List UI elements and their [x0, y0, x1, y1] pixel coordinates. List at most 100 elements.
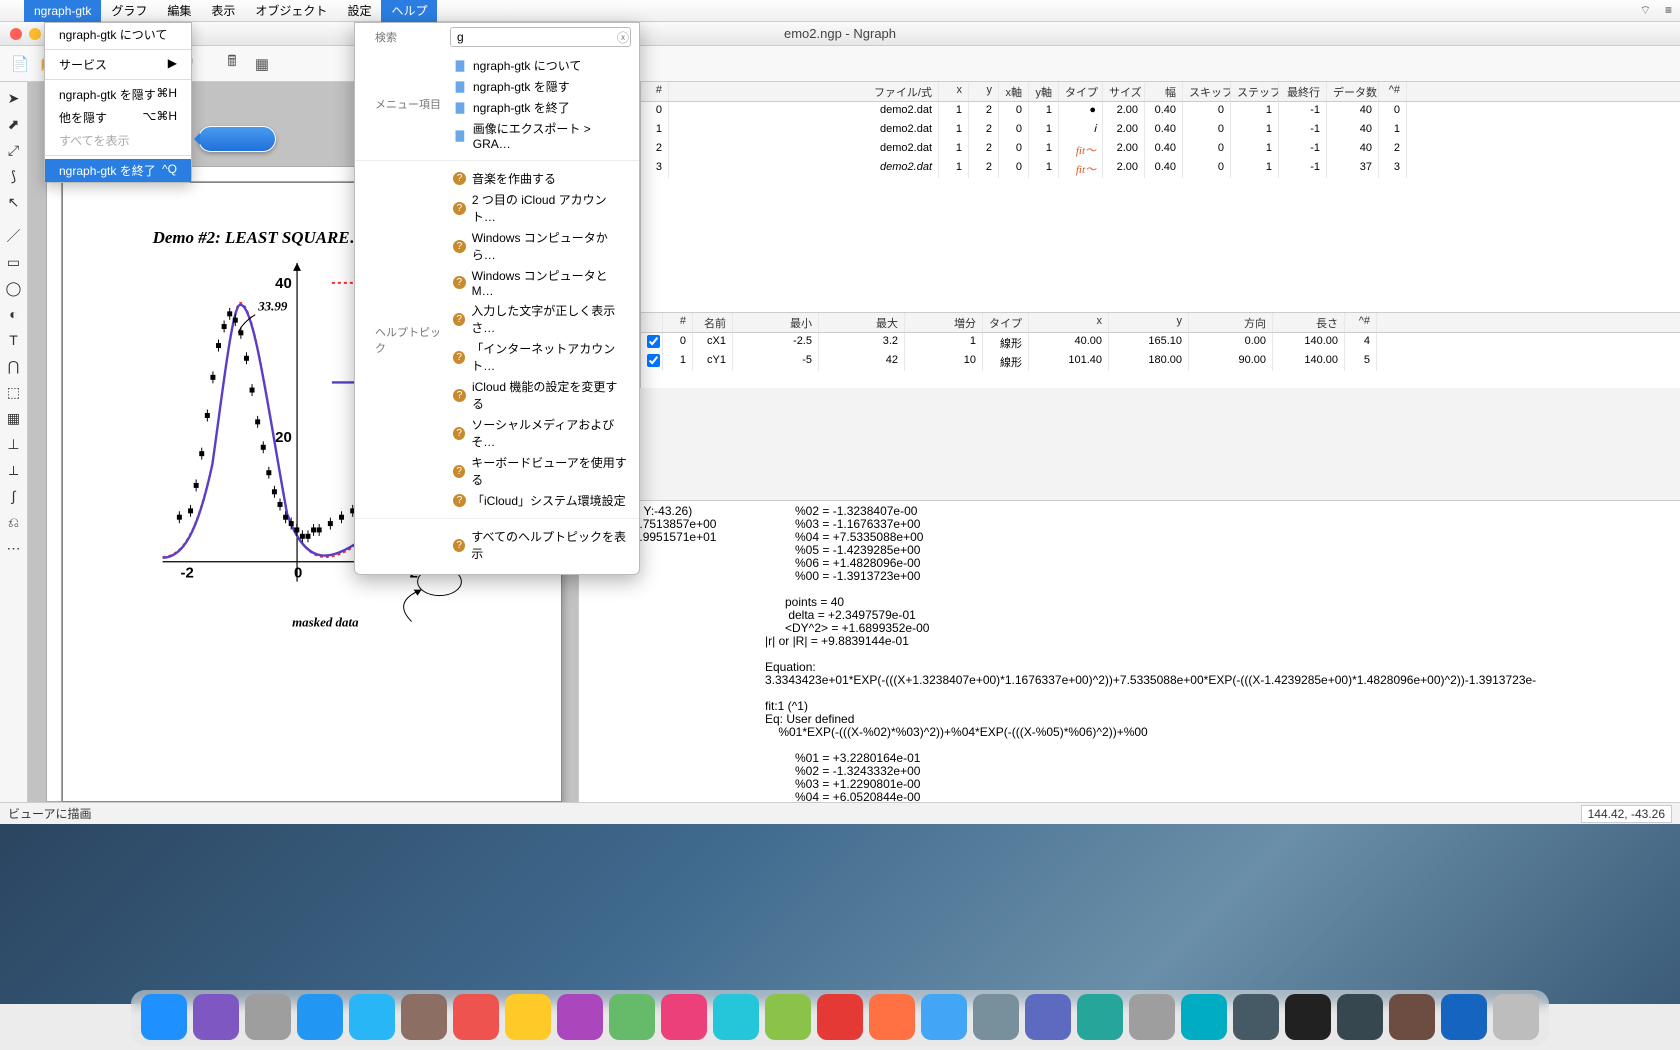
help-topic[interactable]: ?音楽を作曲する — [453, 168, 629, 189]
svg-text:33.99: 33.99 — [257, 299, 288, 314]
clear-search-icon[interactable]: ⓧ — [617, 29, 629, 46]
help-topic[interactable]: ?ソーシャルメディアおよびそ… — [453, 414, 629, 452]
help-icon: ? — [453, 465, 465, 478]
help-search-label: 検索 — [365, 29, 442, 45]
toolbar-grid-icon[interactable]: ▦ — [248, 50, 276, 78]
tool-arc-icon[interactable]: ⋂ — [4, 356, 24, 376]
dock-app-maps[interactable] — [609, 994, 655, 1040]
dock-app-reminders[interactable] — [557, 994, 603, 1040]
help-topic[interactable]: ?2 つ目の iCloud アカウント… — [453, 189, 629, 227]
tool-move-icon[interactable]: ⤢ — [4, 140, 24, 160]
dock-app-xcode[interactable] — [1025, 994, 1071, 1040]
dock-app-xquartz[interactable] — [1233, 994, 1279, 1040]
menu-settings[interactable]: 設定 — [337, 0, 381, 22]
menu-help[interactable]: ヘルプ — [381, 0, 437, 22]
tool-circle-icon[interactable]: ◯ — [4, 278, 24, 298]
help-icon: ? — [453, 427, 465, 440]
tool-select-icon[interactable]: ⬈ — [4, 114, 24, 134]
tool-axis-icon[interactable]: ⊥ — [4, 434, 24, 454]
tool-fit-icon[interactable]: ∫ — [4, 486, 24, 506]
dock-app-ngraph[interactable] — [1441, 994, 1487, 1040]
menu-item-hide[interactable]: ngraph-gtk を隠す⌘H — [45, 83, 191, 106]
help-show-all[interactable]: ?すべてのヘルプトピックを表示 — [453, 526, 629, 564]
tool-fillcircle-icon[interactable]: ◐ — [4, 304, 24, 324]
ruler-vertical — [46, 182, 62, 802]
tool-pointer-icon[interactable]: ➤ — [4, 88, 24, 108]
axis-row[interactable]: 0cX1 -2.53.21 線形40.00165.10 0.00140.004 — [641, 333, 1680, 352]
menu-item-about[interactable]: ngraph-gtk について — [45, 23, 191, 46]
data-row[interactable]: 2demo2.dat 1201 fit〜 2.000.40 01 -1402 — [641, 140, 1680, 159]
dock-app-photos[interactable] — [661, 994, 707, 1040]
menu-view[interactable]: 表示 — [201, 0, 245, 22]
dock-app-safari-tech[interactable] — [1077, 994, 1123, 1040]
dock-app-dictionary[interactable] — [973, 994, 1019, 1040]
dock-app-finder[interactable] — [141, 994, 187, 1040]
dock-app-terminal[interactable] — [1285, 994, 1331, 1040]
folder-icon: ▇ — [453, 59, 467, 73]
dock-app-calendar[interactable] — [453, 994, 499, 1040]
toolbar-calc-icon[interactable]: 🖩 — [218, 50, 246, 78]
dock-app-preferences[interactable] — [1129, 994, 1175, 1040]
wifi-icon[interactable]: ⌔ — [1640, 3, 1651, 18]
toolbar-new-icon[interactable]: 📄 — [6, 50, 34, 78]
tool-line-icon[interactable]: ／ — [4, 226, 24, 246]
tool-rail: ➤ ⬈ ⤢ ⟆ ↖ ／ ▭ ◯ ◐ T ⋂ ⬚ ▦ ⊥ ⟂ ∫ ⎌ ⋯ — [0, 82, 28, 824]
axis-check[interactable] — [647, 335, 660, 348]
help-search-panel: 検索 ⓧ メニュー項目 ▇ngraph-gtk について ▇ngraph-gtk… — [354, 22, 640, 575]
help-menuitem[interactable]: ▇ngraph-gtk について — [453, 55, 629, 76]
close-window-button[interactable] — [10, 28, 22, 40]
help-topic[interactable]: ?「iCloud」システム環境設定 — [453, 490, 629, 511]
tool-misc-icon[interactable]: ⋯ — [4, 538, 24, 558]
menu-item-hide-others[interactable]: 他を隠す⌥⌘H — [45, 106, 191, 129]
help-topic[interactable]: ?「インターネットアカウント… — [453, 338, 629, 376]
output-console[interactable]: (X:144.42 Y:-43.26) 0 cX1 +1.7513857e+00… — [578, 500, 1680, 822]
dock-app-launchpad[interactable] — [245, 994, 291, 1040]
help-menuitem[interactable]: ▇ngraph-gtk を終了 — [453, 97, 629, 118]
menu-graph[interactable]: グラフ — [101, 0, 157, 22]
axis-check[interactable] — [647, 354, 660, 367]
tool-rect-icon[interactable]: ▭ — [4, 252, 24, 272]
axis-row[interactable]: 1cY1 -54210 線形101.40180.00 90.00140.005 — [641, 352, 1680, 371]
help-topic[interactable]: ?Windows コンピュータから… — [453, 227, 629, 265]
menu-extra-icon[interactable]: ≡ — [1665, 3, 1672, 18]
data-row[interactable]: 1demo2.dat 1201 Ꭵ 2.000.40 01 -1401 — [641, 121, 1680, 140]
dock-app-trash[interactable] — [1493, 994, 1539, 1040]
tool-legend-icon[interactable]: ⎌ — [4, 512, 24, 532]
dock-app-messages[interactable] — [713, 994, 759, 1040]
dock-app-ibooks[interactable] — [869, 994, 915, 1040]
tool-lasso-icon[interactable]: ⟆ — [4, 166, 24, 186]
minimize-window-button[interactable] — [29, 28, 41, 40]
dock-app-contacts[interactable] — [401, 994, 447, 1040]
dock-app-inkscape[interactable] — [1337, 994, 1383, 1040]
menu-object[interactable]: オブジェクト — [245, 0, 337, 22]
data-row[interactable]: 0demo2.dat 1201 ● 2.000.40 01 -1400 — [641, 102, 1680, 121]
tool-crop-icon[interactable]: ⬚ — [4, 382, 24, 402]
help-topic[interactable]: ?入力した文字が正しく表示さ… — [453, 300, 629, 338]
dock-app-mail[interactable] — [349, 994, 395, 1040]
data-row[interactable]: 3demo2.dat 1201 fit〜 2.000.40 01 -1373 — [641, 159, 1680, 178]
help-topic[interactable]: ?iCloud 機能の設定を変更する — [453, 376, 629, 414]
dock-app-notes[interactable] — [505, 994, 551, 1040]
help-menuitem[interactable]: ▇ngraph-gtk を隠す — [453, 76, 629, 97]
dock-app-siri[interactable] — [193, 994, 239, 1040]
tool-text-icon[interactable]: T — [4, 330, 24, 350]
help-topic[interactable]: ?キーボードビューアを使用する — [453, 452, 629, 490]
help-search-input[interactable] — [450, 27, 631, 47]
app-name-menu[interactable]: ngraph-gtk — [24, 0, 101, 22]
tool-tick-icon[interactable]: ⟂ — [4, 460, 24, 480]
dock-app-atom[interactable] — [1181, 994, 1227, 1040]
dock-app-gimp[interactable] — [1389, 994, 1435, 1040]
tool-table-icon[interactable]: ▦ — [4, 408, 24, 428]
menu-item-services[interactable]: サービス▶ — [45, 53, 191, 76]
dock-app-itunes[interactable] — [817, 994, 863, 1040]
folder-icon: ▇ — [453, 129, 467, 143]
help-icon: ? — [453, 539, 465, 552]
tool-pointer2-icon[interactable]: ↖ — [4, 192, 24, 212]
dock-app-safari[interactable] — [297, 994, 343, 1040]
menu-item-quit[interactable]: ngraph-gtk を終了^Q — [45, 159, 191, 182]
menu-edit[interactable]: 編集 — [157, 0, 201, 22]
help-menuitem[interactable]: ▇画像にエクスポート > GRA… — [453, 118, 629, 153]
dock-app-facetime[interactable] — [765, 994, 811, 1040]
dock-app-appstore[interactable] — [921, 994, 967, 1040]
help-topic[interactable]: ?Windows コンピュータと M… — [453, 265, 629, 300]
